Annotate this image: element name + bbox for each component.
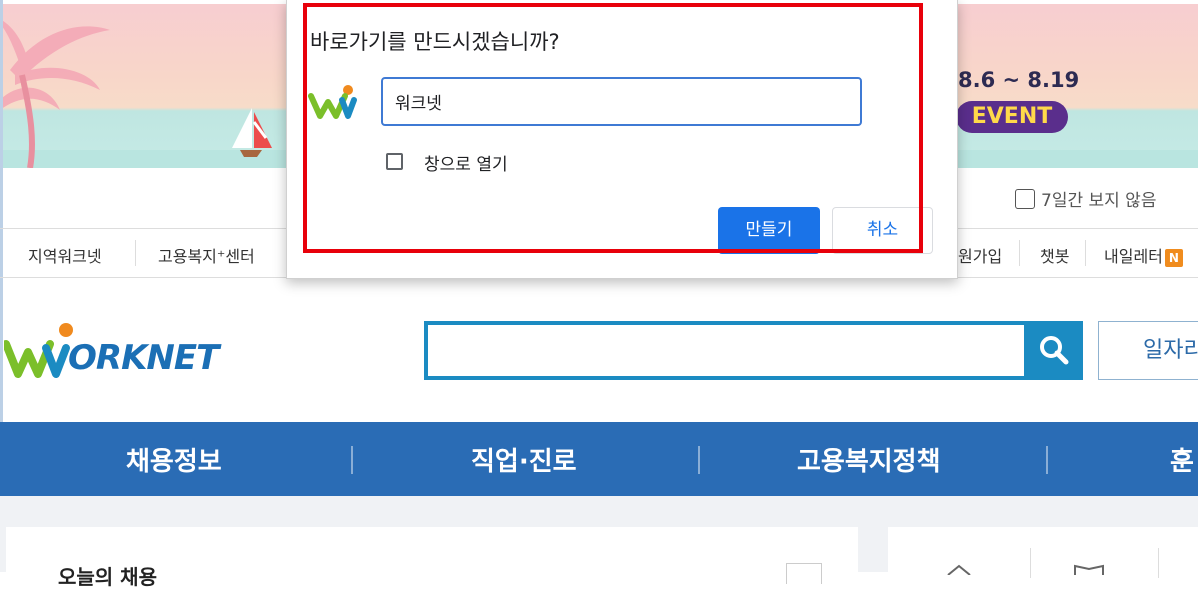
card-more-button[interactable] (786, 563, 822, 584)
main-nav-divider (351, 446, 353, 474)
util-link-signup[interactable]: 원가입 (958, 243, 1002, 267)
main-nav-welfare-policy[interactable]: 고용복지정책 (797, 441, 941, 478)
main-nav-career[interactable]: 직업·진로 (471, 441, 577, 478)
event-dates: 8.6 ~ 8.19 (958, 68, 1080, 92)
main-nav-training[interactable]: 훈 (1170, 441, 1194, 478)
util-link-chatbot[interactable]: 챗봇 (1040, 243, 1069, 267)
quick-menu-divider (1158, 548, 1159, 578)
main-nav-divider (1046, 446, 1048, 474)
search-icon (1040, 336, 1069, 365)
main-nav-divider (698, 446, 700, 474)
search-button[interactable] (1024, 321, 1083, 380)
card-title: 오늘의 채용 (58, 565, 157, 589)
util-divider (1085, 240, 1086, 266)
util-link-letter[interactable]: 내일레터 N (1104, 243, 1183, 267)
new-badge: N (1164, 248, 1183, 267)
util-divider (135, 240, 136, 266)
worknet-logo[interactable]: ORKNET (2, 318, 244, 388)
logo-text: ORKNET (68, 338, 219, 378)
quick-menu-card (888, 527, 1198, 587)
event-badge: EVENT (956, 101, 1068, 133)
search-input[interactable] (424, 321, 1083, 380)
util-link-regional[interactable]: 지역워크넷 (28, 243, 102, 267)
quick-menu-divider (1030, 548, 1031, 578)
dont-show-7days[interactable]: 7일간 보지 않음 (1015, 186, 1156, 211)
util-divider (1019, 240, 1020, 266)
palm-tree-illustration (0, 19, 272, 168)
util-link-welfare-center[interactable]: 고용복지⁺센터 (158, 243, 255, 267)
highlight-box (303, 3, 923, 253)
dont-show-label: 7일간 보지 않음 (1041, 191, 1157, 211)
dont-show-checkbox[interactable] (1015, 188, 1035, 209)
letter-label: 내일레터 (1104, 247, 1163, 266)
job-search-button[interactable]: 일자리 (1098, 321, 1198, 380)
main-nav-jobs[interactable]: 채용정보 (126, 441, 222, 478)
quick-menu-icon[interactable] (944, 563, 974, 575)
book-icon[interactable] (1072, 563, 1106, 575)
